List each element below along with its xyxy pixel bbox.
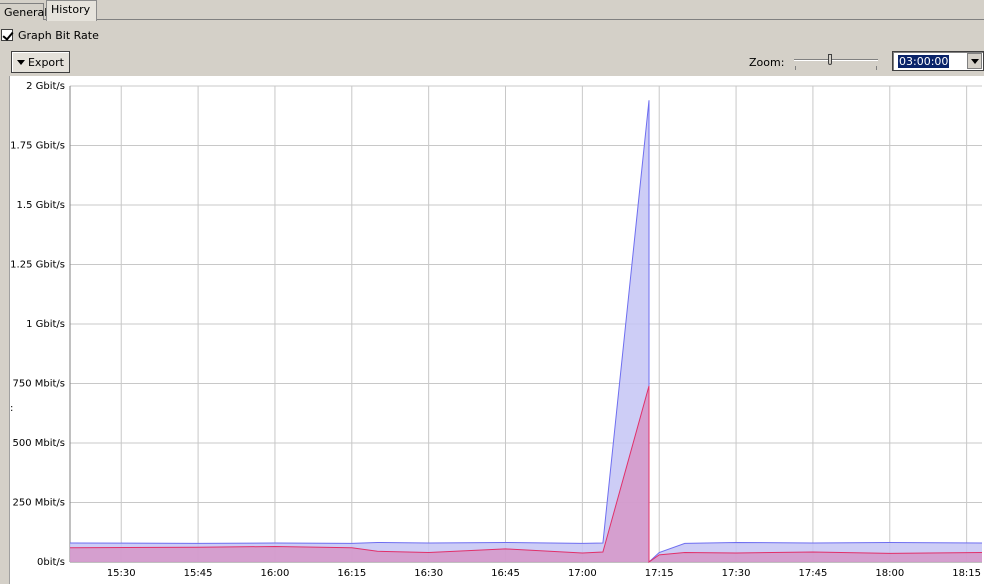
tab-general[interactable]: General bbox=[0, 3, 47, 20]
export-button[interactable]: Export bbox=[11, 51, 70, 73]
chevron-down-icon bbox=[970, 58, 979, 64]
downstream-series-line bbox=[69, 385, 983, 563]
y-tick-label: 750 Mbit/s bbox=[12, 379, 65, 390]
x-tick-label: 15:30 bbox=[107, 568, 136, 579]
x-tick-label: 18:15 bbox=[952, 568, 981, 579]
zoom-duration-select[interactable]: 03:00:00 bbox=[892, 51, 984, 71]
x-tick-label: 15:45 bbox=[184, 568, 213, 579]
zoom-slider-tick bbox=[876, 66, 877, 70]
dropdown-arrow-button[interactable] bbox=[967, 53, 982, 69]
y-tick-label: 1.75 Gbit/s bbox=[10, 141, 65, 152]
y-tick-label: 500 Mbit/s bbox=[12, 438, 65, 449]
tab-bar: General History bbox=[0, 0, 984, 21]
x-tick-label: 18:00 bbox=[875, 568, 904, 579]
y-tick-label: 1 Gbit/s bbox=[26, 319, 65, 330]
zoom-slider-tick bbox=[795, 66, 796, 70]
bit-rate-chart-panel: : 0bit/s 250 Mbit/s 500 Mbit/s 750 Mbit/s 1 … bbox=[9, 76, 984, 584]
zoom-slider-track bbox=[794, 59, 878, 61]
upstream-series-line bbox=[69, 100, 983, 564]
bit-rate-chart: 0bit/s 250 Mbit/s 500 Mbit/s 750 Mbit/s 1 Gb… bbox=[10, 81, 983, 579]
y-tick-label: 1.25 Gbit/s bbox=[10, 260, 65, 271]
tab-history[interactable]: History bbox=[46, 0, 97, 21]
x-tick-label: 16:45 bbox=[491, 568, 520, 579]
zoom-slider[interactable] bbox=[794, 52, 878, 72]
x-tick-label: 17:00 bbox=[568, 568, 597, 579]
graph-bit-rate-row[interactable]: Graph Bit Rate bbox=[1, 28, 99, 42]
x-tick-label: 17:45 bbox=[799, 568, 828, 579]
x-tick-label: 17:15 bbox=[645, 568, 674, 579]
y-tick-label: 2 Gbit/s bbox=[26, 81, 65, 92]
chevron-down-icon bbox=[16, 59, 25, 65]
zoom-duration-value: 03:00:00 bbox=[898, 55, 950, 68]
zoom-label: Zoom: bbox=[749, 56, 785, 69]
x-tick-label: 17:30 bbox=[722, 568, 751, 579]
y-tick-label: 1.5 Gbit/s bbox=[17, 200, 65, 211]
zoom-slider-thumb[interactable] bbox=[828, 54, 832, 65]
downstream-series-area bbox=[70, 385, 982, 562]
graph-bit-rate-label: Graph Bit Rate bbox=[18, 28, 99, 42]
export-label: Export bbox=[27, 55, 64, 69]
y-tick-label: 250 Mbit/s bbox=[12, 498, 65, 509]
y-tick-label: 0bit/s bbox=[37, 557, 65, 568]
x-tick-label: 16:00 bbox=[261, 568, 290, 579]
upstream-series-area bbox=[70, 100, 982, 563]
x-tick-label: 16:15 bbox=[337, 568, 366, 579]
x-tick-label: 16:30 bbox=[414, 568, 443, 579]
graph-bit-rate-checkbox[interactable] bbox=[1, 29, 13, 41]
